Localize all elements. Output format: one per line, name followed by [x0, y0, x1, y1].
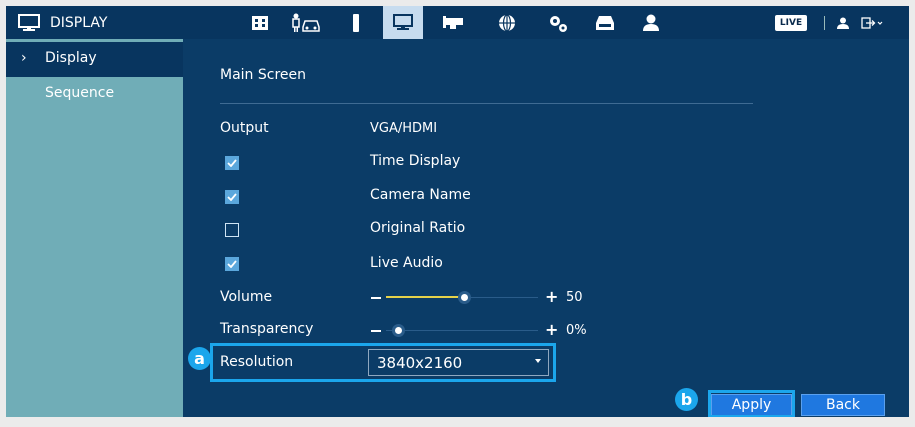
sidebar-item-display[interactable]: › Display: [6, 42, 183, 77]
display-icon: [18, 13, 40, 31]
volume-label: Volume: [220, 289, 273, 305]
sidebar-item-label: Sequence: [45, 85, 115, 101]
divider: [220, 103, 753, 104]
camera-name-checkbox[interactable]: [225, 190, 239, 204]
annotation-badge-b: b: [675, 388, 698, 411]
account-icon[interactable]: [631, 6, 671, 39]
logout-icon[interactable]: [861, 6, 883, 39]
output-value: VGA/HDMI: [370, 121, 438, 136]
volume-value: 50: [566, 290, 583, 305]
main-panel: Main Screen Output VGA/HDMI Time Display…: [183, 39, 909, 417]
transparency-minus-icon[interactable]: [371, 330, 381, 332]
chevron-right-icon: ›: [21, 50, 27, 66]
camera-icon[interactable]: [434, 6, 474, 39]
time-display-label: Time Display: [370, 153, 461, 169]
camera-name-label: Camera Name: [370, 187, 471, 203]
annotation-badge-a: a: [188, 347, 211, 370]
window-title: DISPLAY: [18, 6, 107, 39]
display-window: DISPLAY LIVE › Display Sequence Main Scr…: [6, 6, 909, 417]
transparency-plus-icon[interactable]: +: [545, 320, 558, 339]
sidebar-item-label: Display: [45, 50, 97, 66]
volume-minus-icon[interactable]: [371, 297, 381, 299]
sidebar-item-sequence[interactable]: Sequence: [6, 77, 183, 112]
volume-plus-icon[interactable]: +: [545, 287, 558, 306]
intelligent-icon[interactable]: [288, 6, 328, 39]
sidebar: › Display Sequence: [6, 39, 183, 417]
transparency-label: Transparency: [220, 321, 314, 337]
highlight-box-a: [210, 343, 556, 382]
back-button[interactable]: Back: [801, 394, 885, 416]
separator: [824, 16, 825, 30]
live-audio-checkbox[interactable]: [225, 257, 239, 271]
volume-slider-handle[interactable]: [458, 291, 471, 304]
backup-icon[interactable]: [585, 6, 625, 39]
transparency-slider-handle[interactable]: [392, 324, 405, 337]
highlight-box-b: [708, 390, 795, 417]
user-icon[interactable]: [837, 6, 849, 39]
transparency-track[interactable]: [386, 330, 538, 331]
live-button[interactable]: LIVE: [775, 15, 807, 31]
live-audio-label: Live Audio: [370, 255, 443, 271]
section-title: Main Screen: [220, 67, 307, 83]
display-icon[interactable]: [383, 6, 423, 39]
top-bar: DISPLAY LIVE: [6, 6, 909, 39]
time-display-checkbox[interactable]: [225, 156, 239, 170]
storage-icon[interactable]: [336, 6, 376, 39]
transparency-value: 0%: [566, 323, 587, 338]
settings-icon[interactable]: [538, 6, 578, 39]
video-icon[interactable]: [240, 6, 280, 39]
volume-fill: [386, 296, 462, 298]
original-ratio-label: Original Ratio: [370, 220, 466, 236]
output-label: Output: [220, 120, 269, 136]
window-title-text: DISPLAY: [50, 14, 108, 31]
original-ratio-checkbox[interactable]: [225, 223, 239, 237]
network-icon[interactable]: [487, 6, 527, 39]
